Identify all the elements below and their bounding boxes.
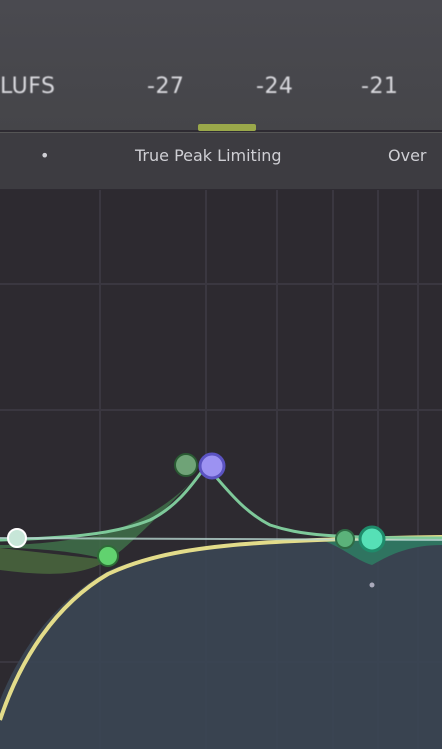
eq-graph[interactable] xyxy=(0,190,442,749)
separator-dot: • xyxy=(40,146,50,165)
loudness-meter-bar: LUFS -27 -24 -21 xyxy=(0,0,442,131)
band-node-3[interactable] xyxy=(174,453,198,477)
meter-tick-24: -24 xyxy=(256,74,294,99)
band-node-2[interactable] xyxy=(97,545,119,567)
band-node-1[interactable] xyxy=(7,528,27,548)
meter-unit-label: LUFS xyxy=(0,74,56,99)
loudness-target-indicator[interactable] xyxy=(198,124,256,131)
meter-tick-27: -27 xyxy=(147,74,185,99)
true-peak-limiting-button[interactable]: True Peak Limiting xyxy=(135,146,282,165)
green-band-fill xyxy=(0,478,195,560)
band-node-5[interactable] xyxy=(335,529,355,549)
meter-tick-21: -21 xyxy=(361,74,399,99)
band-node-6-marker xyxy=(369,582,375,588)
eq-curve-canvas[interactable] xyxy=(0,190,442,749)
band-node-4[interactable] xyxy=(198,452,226,480)
band-node-6[interactable] xyxy=(358,525,386,553)
oversampling-button[interactable]: Over xyxy=(388,146,426,165)
